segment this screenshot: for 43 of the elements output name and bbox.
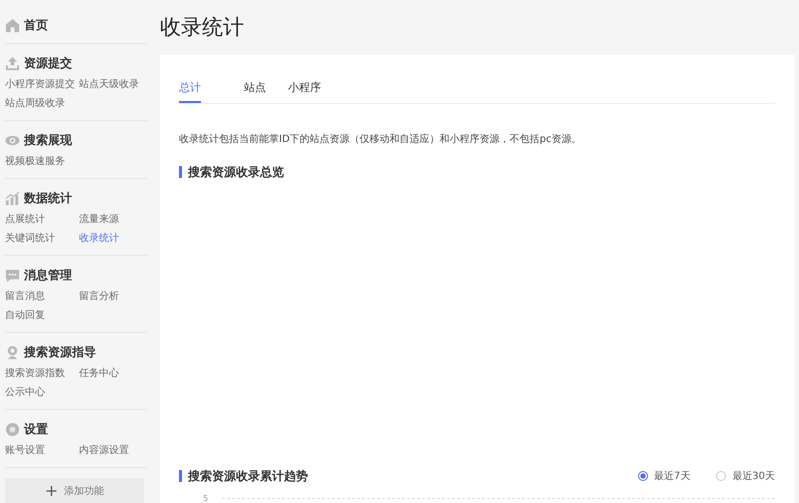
nav-link[interactable]: 自动回复 [5, 306, 79, 325]
nav-link[interactable]: 任务中心 [79, 364, 149, 383]
section-title: 设置 [24, 420, 48, 438]
nav-link[interactable]: 小程序资源提交 [5, 75, 79, 94]
section-title: 数据统计 [24, 190, 72, 206]
description-text: 收录统计包括当前能掌ID下的站点资源（仅移动和自适应）和小程序资源，不包括pc资源。 [179, 132, 582, 146]
section-title: 资源提交 [24, 54, 72, 72]
section-title: 首页 [24, 16, 48, 34]
section-title: 消息管理 [24, 266, 72, 284]
tab[interactable]: 总计 [179, 76, 201, 103]
nav-link[interactable]: 留言分析 [79, 287, 149, 306]
nav-link[interactable]: 站点天级收录 [79, 75, 149, 94]
nav-link[interactable]: 公示中心 [5, 383, 79, 402]
section-title: 搜索资源指导 [24, 344, 96, 360]
chat-bubble-icon [5, 268, 20, 282]
nav-link[interactable]: 账号设置 [5, 441, 79, 460]
range-radio[interactable]: 最近7天 [638, 469, 690, 483]
home-icon [5, 18, 20, 32]
upload-icon [5, 56, 20, 70]
radio-icon[interactable] [716, 471, 726, 481]
section-heading: 搜索资源收录总览 [188, 164, 284, 180]
bar-chart-icon [5, 190, 20, 206]
range-radio[interactable]: 最近30天 [716, 469, 775, 483]
section-heading: 搜索资源收录累计趋势 [188, 468, 308, 484]
heading-marker [179, 166, 182, 178]
person-icon [5, 344, 20, 360]
nav-link[interactable]: 留言消息 [5, 287, 79, 306]
nav-link[interactable]: 视频极速服务 [5, 152, 79, 171]
nav-link[interactable]: 关键词统计 [5, 229, 79, 248]
heading-marker [179, 470, 182, 482]
page-title: 收录统计 [160, 14, 245, 41]
nav-link[interactable]: 站点周级收录 [5, 94, 79, 113]
nav-link[interactable]: 收录统计 [79, 229, 149, 248]
tab[interactable]: 站点 [244, 76, 266, 103]
add-feature-button[interactable]: + 添加功能 [5, 478, 144, 503]
nav-link[interactable]: 内容源设置 [79, 441, 149, 460]
nav-link[interactable]: 流量来源 [79, 210, 149, 229]
section-title: 搜索展现 [24, 132, 72, 148]
radio-icon[interactable] [638, 471, 648, 481]
axis-label: 5 [203, 494, 208, 503]
nav-link[interactable]: 搜索资源指数 [5, 364, 79, 383]
tab[interactable]: 小程序 [288, 76, 321, 103]
nav-link[interactable]: 点展统计 [5, 210, 79, 229]
